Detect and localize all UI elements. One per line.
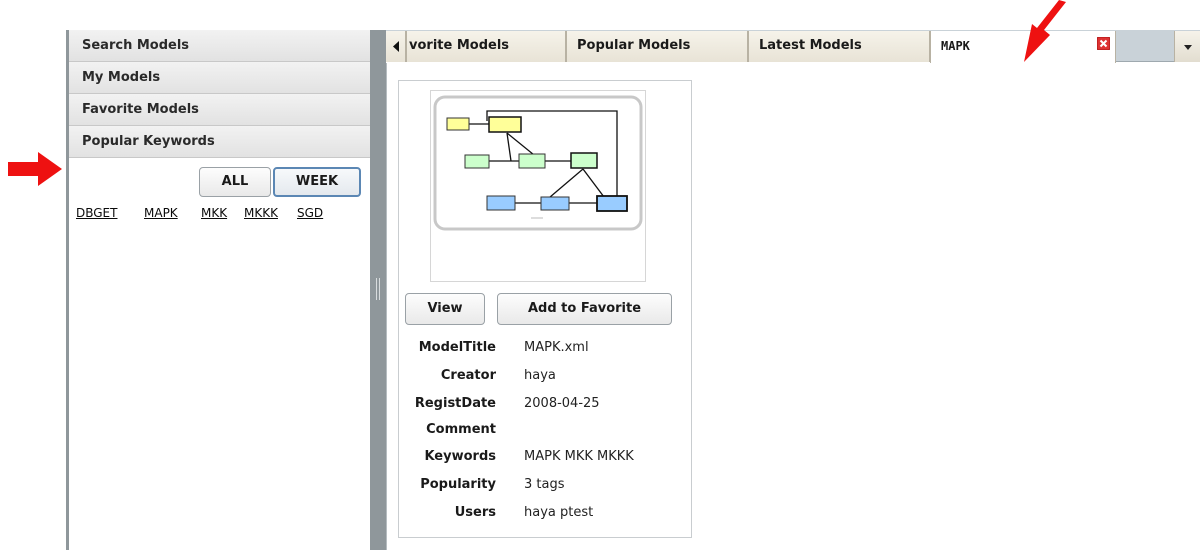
popularity-value: 3 tags bbox=[524, 477, 565, 492]
triangle-left-icon bbox=[393, 41, 399, 52]
keyword-link-mkk[interactable]: MKK bbox=[201, 206, 227, 220]
keyword-link-mapk[interactable]: MAPK bbox=[144, 206, 178, 220]
accordion-popular-keywords[interactable]: Popular Keywords bbox=[69, 126, 370, 158]
tab-label: Latest Models bbox=[759, 38, 862, 53]
tab-popular-models[interactable]: Popular Models bbox=[566, 31, 748, 62]
accordion-favorite-models[interactable]: Favorite Models bbox=[69, 94, 370, 126]
splitter-grip-icon[interactable] bbox=[376, 278, 380, 300]
users-label: Users bbox=[454, 505, 496, 520]
tab-list-menu-button[interactable] bbox=[1174, 31, 1200, 62]
tab-latest-models[interactable]: Latest Models bbox=[748, 31, 930, 62]
regist-date-value: 2008-04-25 bbox=[524, 396, 600, 411]
tab-favorite-models[interactable]: vorite Models bbox=[406, 31, 566, 62]
tab-scroll-left-button[interactable] bbox=[386, 31, 406, 62]
popularity-label: Popularity bbox=[420, 477, 496, 492]
pathway-diagram-image bbox=[433, 95, 643, 231]
accordion-search-models[interactable]: Search Models bbox=[69, 30, 370, 62]
annotation-arrow-right-icon bbox=[8, 152, 62, 186]
keyword-link-dbget[interactable]: DBGET bbox=[76, 206, 117, 220]
tab-label: Popular Models bbox=[577, 38, 691, 53]
view-button[interactable]: View bbox=[405, 293, 485, 325]
week-button[interactable]: WEEK bbox=[273, 167, 361, 197]
model-thumbnail[interactable] bbox=[430, 90, 646, 282]
tab-label: MAPK bbox=[941, 39, 970, 53]
accordion-my-models[interactable]: My Models bbox=[69, 62, 370, 94]
add-to-favorite-button[interactable]: Add to Favorite bbox=[497, 293, 672, 325]
creator-label: Creator bbox=[440, 368, 496, 383]
keyword-link-sgd[interactable]: SGD bbox=[297, 206, 323, 220]
all-button[interactable]: ALL bbox=[199, 167, 271, 197]
model-title-value: MAPK.xml bbox=[524, 340, 589, 355]
tab-close-button[interactable] bbox=[1096, 36, 1111, 51]
keywords-value: MAPK MKK MKKK bbox=[524, 449, 634, 464]
annotation-arrow-down-left-icon bbox=[1024, 0, 1066, 62]
keywords-label: Keywords bbox=[424, 449, 496, 464]
left-panel: Search Models My Models Favorite Models … bbox=[66, 30, 370, 550]
creator-value: haya bbox=[524, 368, 556, 383]
model-title-label: ModelTitle bbox=[418, 340, 496, 355]
chevron-down-icon bbox=[1184, 45, 1192, 50]
close-icon bbox=[1096, 36, 1111, 51]
tab-label: vorite Models bbox=[409, 38, 510, 53]
regist-date-label: RegistDate bbox=[414, 396, 496, 411]
keyword-link-mkkk[interactable]: MKKK bbox=[244, 206, 278, 220]
users-value: haya ptest bbox=[524, 505, 594, 520]
comment-label: Comment bbox=[426, 422, 496, 437]
